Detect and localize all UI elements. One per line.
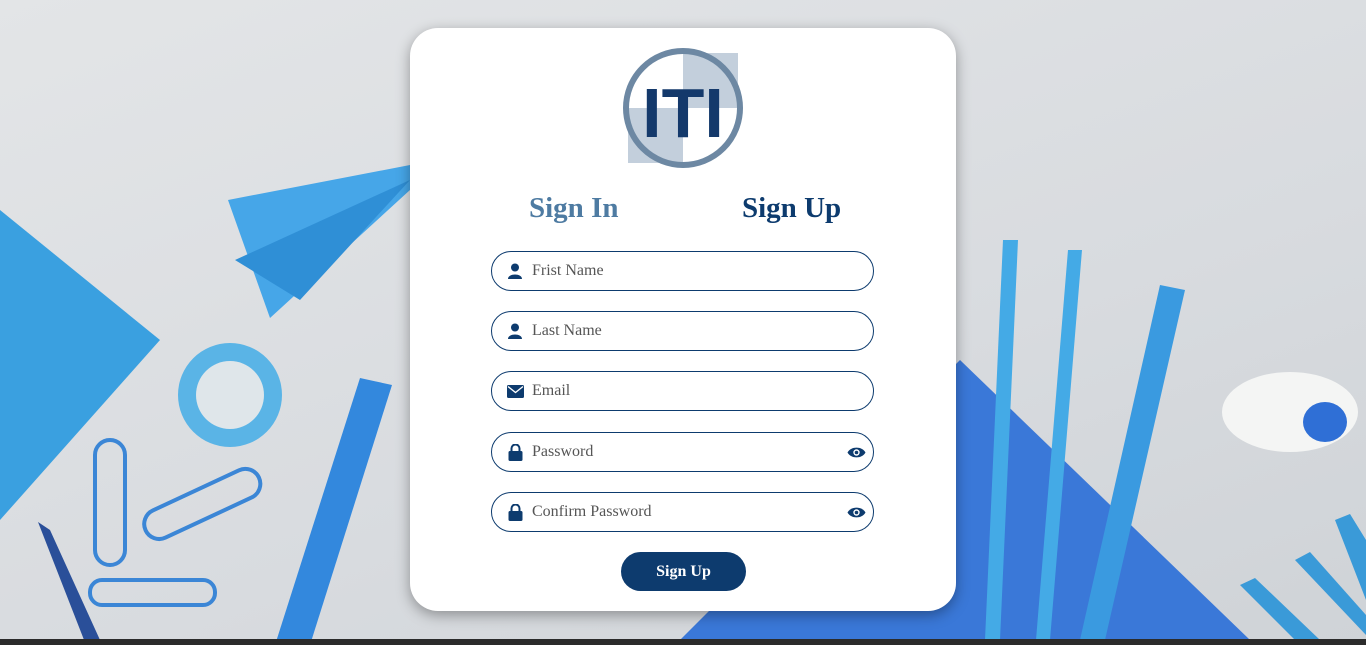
envelope-icon [506,382,524,400]
iti-logo: ITI [622,47,744,169]
last-name-input[interactable] [532,312,832,350]
eye-icon[interactable] [845,441,867,463]
eye-icon[interactable] [845,501,867,523]
password-field [491,432,874,472]
confirm-password-input[interactable] [532,493,832,531]
last-name-field [491,311,874,351]
confirm-password-field [491,492,874,532]
tab-sign-in[interactable]: Sign In [529,192,618,225]
user-icon [506,262,524,280]
first-name-field [491,251,874,291]
email-input[interactable] [532,372,832,410]
taskbar-strip [0,639,1366,645]
password-input[interactable] [532,433,832,471]
lock-icon [506,503,524,521]
first-name-input[interactable] [532,252,832,290]
email-field [491,371,874,411]
logo-text: ITI [642,74,724,152]
user-icon [506,322,524,340]
tab-sign-up[interactable]: Sign Up [742,192,841,225]
lock-icon [506,443,524,461]
sign-up-button[interactable]: Sign Up [621,552,746,591]
